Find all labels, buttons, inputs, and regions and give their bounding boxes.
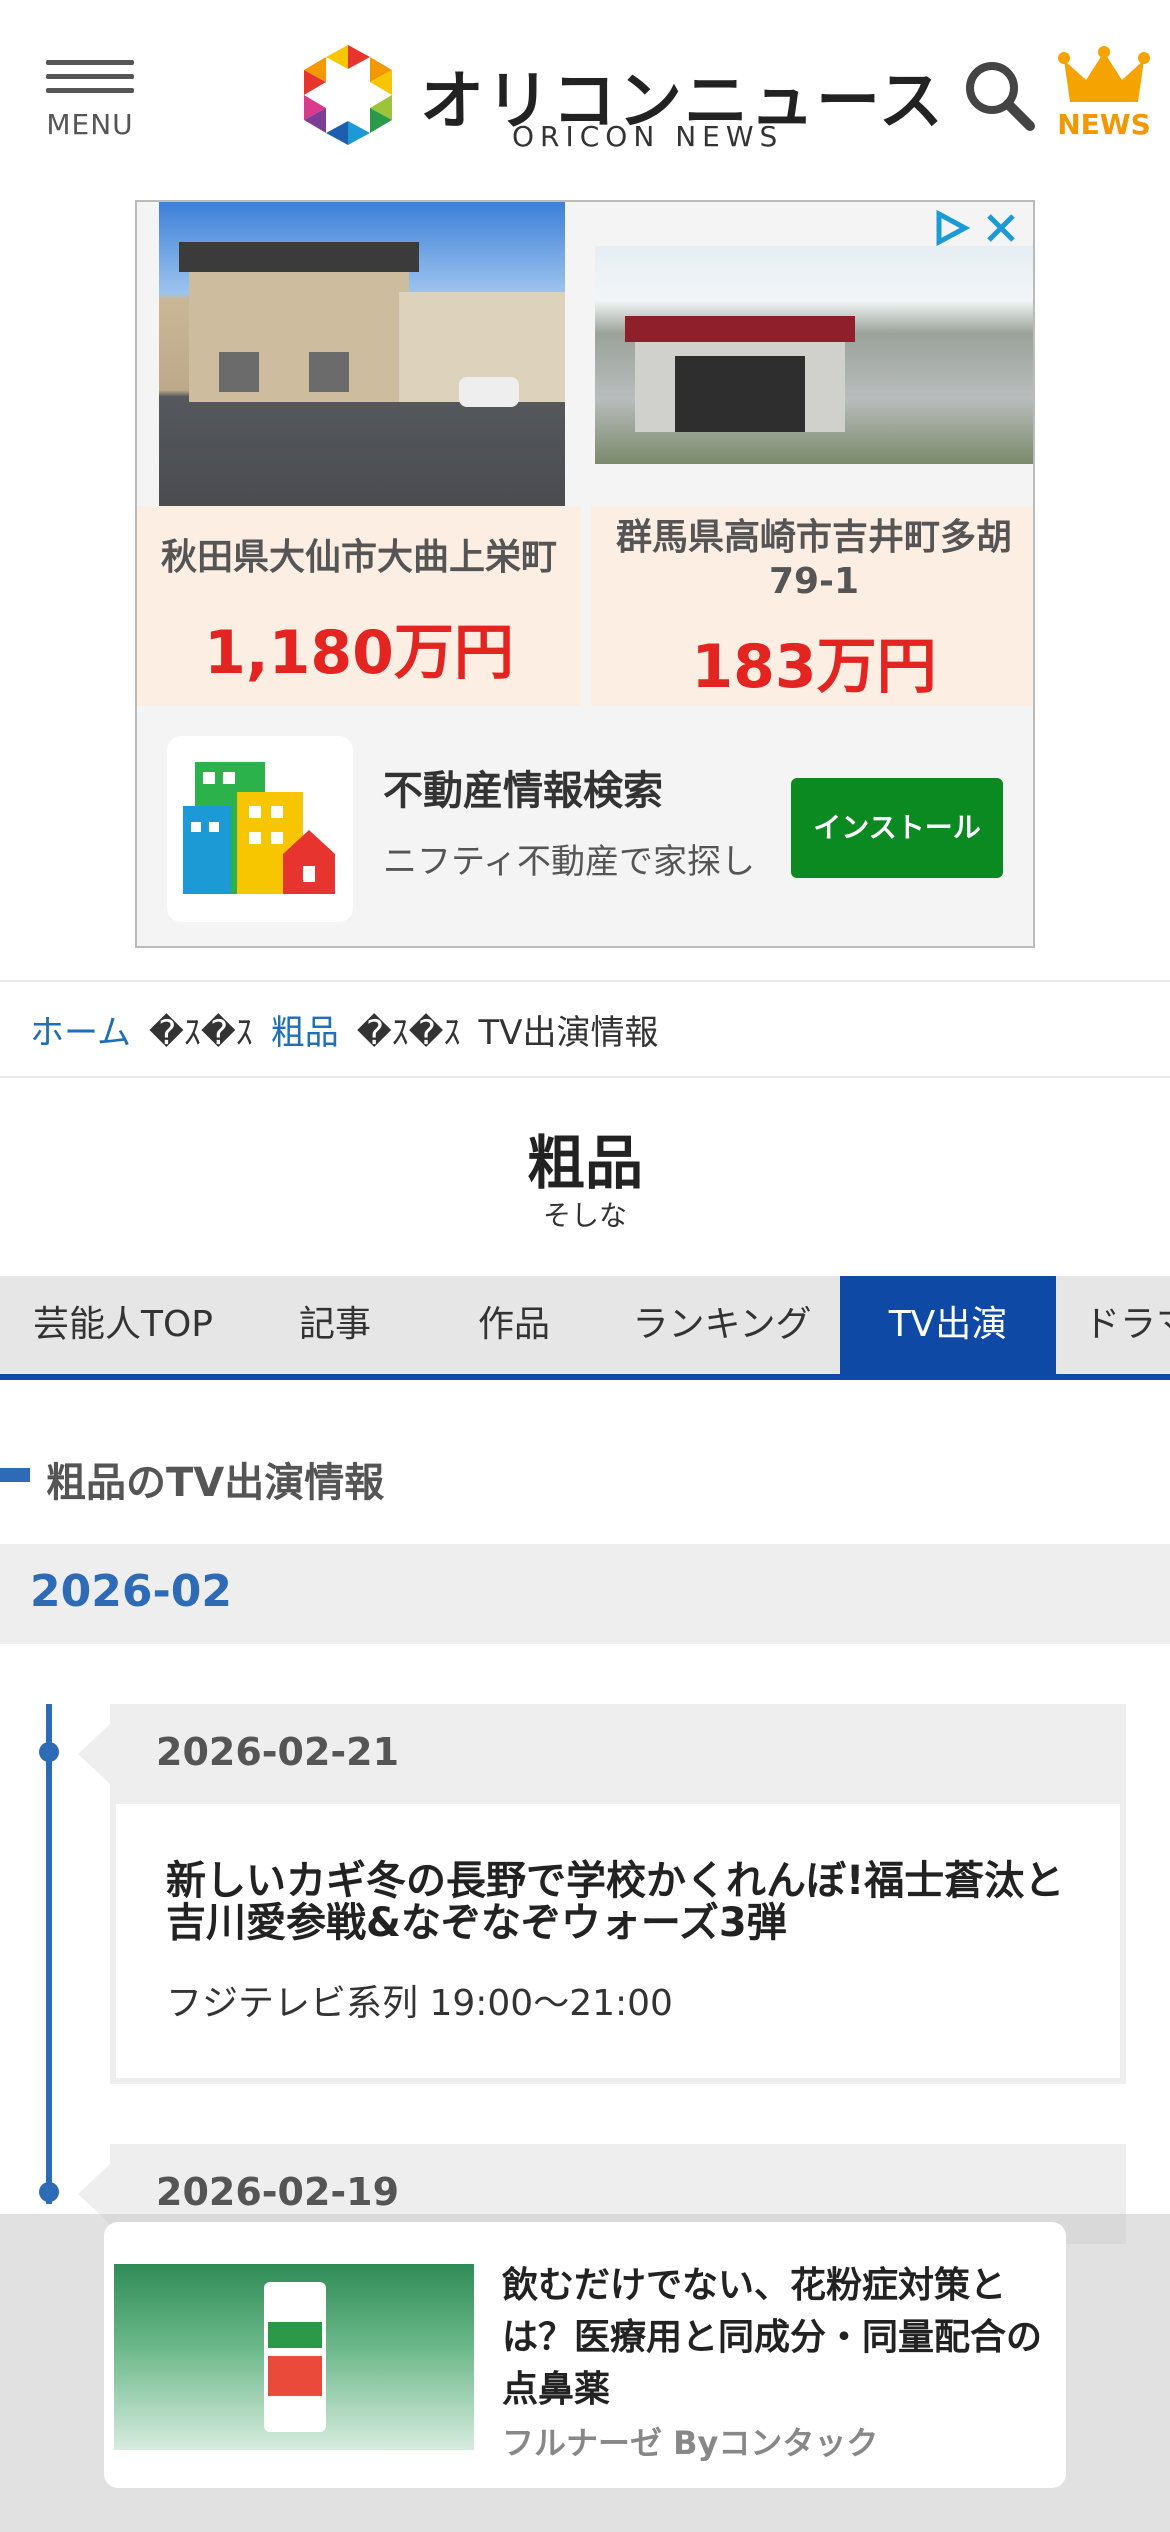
site-header: MENU オリコンニュース ORICON NEWS NEWS — [0, 0, 1170, 190]
news-label: NEWS — [1057, 108, 1151, 141]
house-photo-left[interactable] — [159, 202, 565, 506]
tab-ranking[interactable]: ランキング — [604, 1276, 840, 1374]
timeline-dot — [39, 1742, 59, 1762]
building-app-icon — [183, 762, 335, 894]
crown-icon — [1058, 46, 1150, 102]
month-header: 2026-02 — [0, 1544, 1170, 1644]
site-logo[interactable]: オリコンニュース ORICON NEWS — [296, 40, 943, 160]
listing-left-address: 秋田県大仙市大曲上栄町 — [160, 537, 557, 578]
tab-top[interactable]: 芸能人TOP — [0, 1276, 246, 1374]
car — [459, 377, 519, 407]
adchoices-icon[interactable] — [929, 208, 1025, 248]
floating-ad-title[interactable]: 飲むだけでない、花粉症対策とは？医療用と同成分・同量配合の点鼻薬 — [502, 2260, 1042, 2416]
breadcrumb: ホーム �ｽ�ｽ 粗品 �ｽ�ｽ TV出演情報 — [0, 980, 1170, 1078]
tab-works[interactable]: 作品 — [424, 1276, 604, 1374]
listing-right-address-line2: 79-1 — [768, 561, 860, 602]
search-icon — [966, 62, 1035, 131]
section-marker — [0, 1468, 30, 1482]
listing-left-price: 1,180万円 — [204, 618, 514, 688]
timeline-line — [46, 1704, 52, 2204]
listing-left-caption[interactable]: 秋田県大仙市大曲上栄町 1,180万円 — [137, 506, 581, 706]
menu-label: MENU — [46, 108, 134, 141]
window — [219, 352, 259, 392]
ad-product-image[interactable] — [114, 2264, 474, 2450]
floating-ad-brand: フルナーゼ Byコンタック — [502, 2424, 879, 2462]
install-button[interactable]: インストール — [791, 778, 1003, 878]
hamburger-bar — [46, 74, 134, 79]
tab-drama[interactable]: ドラマ — [1056, 1276, 1170, 1374]
garage-door — [675, 356, 805, 432]
timeline-dot — [39, 2182, 59, 2202]
box-label — [268, 2322, 322, 2348]
section-heading-text: 粗品のTV出演情報 — [46, 1460, 385, 1506]
date-pointer — [78, 1724, 110, 1784]
program-title[interactable]: 新しいカギ冬の長野で学校かくれんぼ!福士蒼汰と吉川愛参戦&なぞなぞウォーズ3弾 — [166, 1860, 1086, 1944]
nasal-spray-box — [264, 2282, 326, 2432]
breadcrumb-artist-link[interactable]: 粗品 — [271, 1005, 339, 1054]
ad-app-subtitle: ニフティ不動産で家探し — [383, 842, 755, 882]
advertisement-banner[interactable]: 秋田県大仙市大曲上栄町 1,180万円 群馬県高崎市吉井町多胡 79-1 183… — [135, 200, 1035, 948]
ad-app-title[interactable]: 不動産情報検索 — [383, 758, 663, 816]
date-label: 2026-02-19 — [156, 2170, 400, 2214]
date-header: 2026-02-21 — [78, 1704, 1126, 1804]
artist-tab-bar: 芸能人TOP 記事 作品 ランキング TV出演 ドラマ — [0, 1276, 1170, 1380]
breadcrumb-current: TV出演情報 — [478, 1012, 659, 1053]
date-label: 2026-02-21 — [156, 1730, 400, 1774]
tab-tv[interactable]: TV出演 — [840, 1276, 1056, 1374]
page-title: 粗品 — [526, 1129, 643, 1197]
program-broadcast-info: フジテレビ系列 19:00〜21:00 — [166, 1983, 673, 2024]
hamburger-bar — [46, 88, 134, 93]
listing-right-caption[interactable]: 群馬県高崎市吉井町多胡 79-1 183万円 — [591, 506, 1033, 706]
oricon-logo-icon — [304, 45, 392, 145]
news-ranking-button[interactable]: NEWS — [1056, 46, 1152, 146]
breadcrumb-separator: �ｽ�ｽ — [356, 1012, 461, 1053]
logo-text-en: ORICON NEWS — [512, 120, 784, 153]
listing-right-address: 群馬県高崎市吉井町多胡 — [615, 517, 1012, 558]
roof — [179, 242, 419, 272]
program-card[interactable]: 新しいカギ冬の長野で学校かくれんぼ!福士蒼汰と吉川愛参戦&なぞなぞウォーズ3弾 … — [110, 1804, 1126, 2084]
section-heading: 粗品のTV出演情報 — [0, 1440, 1170, 1510]
box-label — [268, 2356, 322, 2396]
garage-roof — [625, 316, 855, 342]
floating-ad[interactable]: 飲むだけでない、花粉症対策とは？医療用と同成分・同量配合の点鼻薬 フルナーゼ B… — [104, 2222, 1066, 2488]
breadcrumb-home-link[interactable]: ホーム — [30, 1005, 131, 1054]
house-photo-right[interactable] — [595, 246, 1033, 464]
month-label: 2026-02 — [30, 1566, 232, 1617]
search-button[interactable] — [960, 56, 1040, 136]
program-card-body: 新しいカギ冬の長野で学校かくれんぼ!福士蒼汰と吉川愛参戦&なぞなぞウォーズ3弾 … — [116, 1804, 1120, 2078]
window — [309, 352, 349, 392]
page-title-kana: そしな — [542, 1199, 627, 1232]
hamburger-menu-icon — [46, 60, 134, 65]
listing-right-price: 183万円 — [691, 632, 937, 702]
menu-button[interactable]: MENU — [44, 58, 136, 148]
breadcrumb-separator: �ｽ�ｽ — [148, 1012, 253, 1053]
tab-articles[interactable]: 記事 — [246, 1276, 424, 1374]
app-icon[interactable] — [167, 736, 353, 922]
